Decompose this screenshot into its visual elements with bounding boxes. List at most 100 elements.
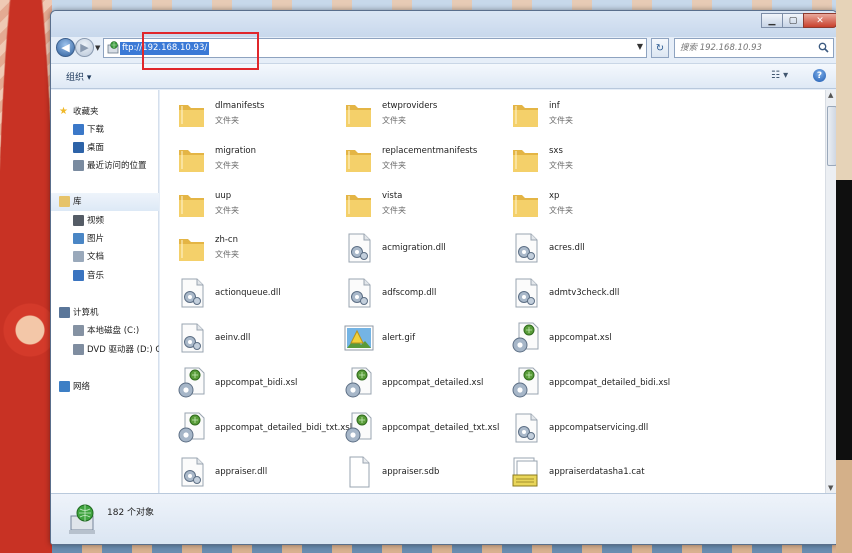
folder-icon [176,231,208,265]
file-item[interactable]: appraiser.sdb [335,450,502,493]
file-type: 文件夹 [215,116,239,125]
file-item[interactable]: appraiserdatasha1.cat [502,450,669,493]
file-item[interactable]: xp 文件夹 [502,182,669,226]
address-dropdown-icon[interactable]: ▼ [637,42,643,51]
sidebar-item-libraries[interactable]: 库 [51,193,159,211]
maximize-button[interactable]: ▢ [782,13,804,28]
file-item[interactable]: aeinv.dll [168,316,335,360]
file-name: appraiser.dll [215,467,268,478]
sidebar-item-label: 库 [73,197,82,207]
file-item[interactable]: uup 文件夹 [168,182,335,226]
file-item[interactable]: adfscomp.dll [335,271,502,315]
search-input[interactable] [675,39,813,57]
file-name: xp [549,190,560,201]
file-item[interactable]: migration 文件夹 [168,137,335,181]
file-item[interactable]: appcompat_detailed.xsl [335,361,502,405]
file-name: appraiser.sdb [382,467,440,478]
search-box[interactable] [674,38,834,58]
sidebar-item-documents[interactable]: 文档 [51,248,159,266]
forward-button[interactable]: ▶ [75,38,94,57]
file-name: acres.dll [549,243,585,254]
sidebar-item-downloads[interactable]: 下载 [51,121,159,139]
folder-icon [510,97,542,131]
file-item[interactable]: replacementmanifests 文件夹 [335,137,502,181]
network-icon [59,381,70,392]
sidebar-item-label: 计算机 [73,308,99,318]
file-name: appcompat_detailed_bidi.xsl [549,377,671,388]
sidebar-item-desktop[interactable]: 桌面 [51,139,159,157]
view-icon: ☷ [771,70,780,81]
arrow-left-icon: ◀ [61,41,70,54]
documents-icon [73,251,84,262]
minimize-button[interactable]: ▁ [761,13,783,28]
file-item[interactable]: admtv3check.dll [502,271,669,315]
view-options-button[interactable]: ☷ ▾ [771,70,788,81]
sidebar-item-localdisk[interactable]: 本地磁盘 (C:) [51,322,159,340]
back-button[interactable]: ◀ [56,38,75,57]
file-item[interactable]: dlmanifests 文件夹 [168,92,335,136]
sidebar-item-label: 本地磁盘 (C:) [87,326,140,336]
file-item[interactable]: appcompat_bidi.xsl [168,361,335,405]
file-type: 文件夹 [215,160,239,170]
refresh-button[interactable]: ↻ [651,38,669,58]
dll-file-icon [176,321,208,355]
navigation-pane: ★ 收藏夹 下载 桌面 最近访问的位置库视频图片文档 音乐计算机本地磁盘 (C:) DVD … [51,90,159,493]
file-item[interactable]: appcompatservicing.dll [502,406,669,450]
file-name: etwproviders [382,101,438,111]
help-button[interactable]: ? [813,69,826,82]
scroll-down-icon[interactable]: ▼ [828,484,833,492]
file-item[interactable]: zh-cn 文件夹 [168,226,335,270]
folder-icon [176,97,208,131]
sidebar-item-label: 图片 [87,234,105,244]
file-item[interactable]: actionqueue.dll [168,271,335,315]
sidebar-item-recent[interactable]: 最近访问的位置 [51,157,159,175]
file-item[interactable]: sxs 文件夹 [502,137,669,181]
scroll-up-icon[interactable]: ▲ [828,91,833,99]
file-name: appcompat.xsl [549,333,612,343]
xsl-file-icon [343,411,375,445]
file-item[interactable]: appcompat_detailed_bidi.xsl [502,361,671,405]
search-icon[interactable] [818,42,829,53]
file-item[interactable]: etwproviders 文件夹 [335,92,502,136]
file-name: replacementmanifests [382,145,478,156]
organize-menu[interactable]: 组织 ▾ [66,70,91,83]
desktop-wallpaper-bottom [52,545,836,553]
folder-icon [510,187,542,221]
dll-file-icon [343,231,375,265]
xsl-file-icon [343,366,375,400]
file-item[interactable]: inf 文件夹 [502,92,669,136]
file-name: appraiserdatasha1.cat [549,467,645,478]
status-bar: 182 个对象 [51,493,837,544]
recent-pages-dropdown[interactable]: ▼ [95,44,100,52]
sidebar-item-pictures[interactable]: 图片 [51,230,159,248]
file-item[interactable]: appcompat_detailed_bidi_txt.xsl [168,406,352,450]
file-name: aeinv.dll [215,333,251,343]
address-highlight-box [142,32,259,70]
file-item[interactable]: alert.gif [335,316,502,360]
blank-file-icon [343,455,375,489]
library-icon [59,196,70,207]
file-item[interactable]: appcompat_detailed_txt.xsl [335,406,502,450]
file-item[interactable]: appraiser.dll [168,450,335,493]
file-name: vista [382,190,403,201]
sidebar-item-label: 收藏夹 [73,107,99,117]
sidebar-item-favorites[interactable]: ★ 收藏夹 [51,103,159,121]
dll-file-icon [510,276,542,310]
sidebar-item-videos[interactable]: 视频 [51,212,159,230]
file-name: zh-cn [215,235,238,246]
file-item[interactable]: acmigration.dll [335,226,502,270]
desktop-icon [73,142,84,153]
arrow-right-icon: ▶ [80,41,89,54]
file-item[interactable]: vista 文件夹 [335,182,502,226]
sidebar-item-music[interactable]: 音乐 [51,267,159,285]
file-item[interactable]: appcompat.xsl [502,316,669,360]
sidebar-item-dvd[interactable]: DVD 驱动器 (D:) GF [51,341,159,359]
sidebar-item-computer[interactable]: 计算机 [51,304,159,322]
xsl-file-icon [510,366,542,400]
file-type: 文件夹 [215,250,239,260]
file-name: appcompat_bidi.xsl [215,377,298,388]
close-button[interactable]: ✕ [803,13,837,28]
file-item[interactable]: acres.dll [502,226,669,270]
xsl-file-icon [510,321,542,355]
sidebar-item-network[interactable]: 网络 [51,378,159,396]
